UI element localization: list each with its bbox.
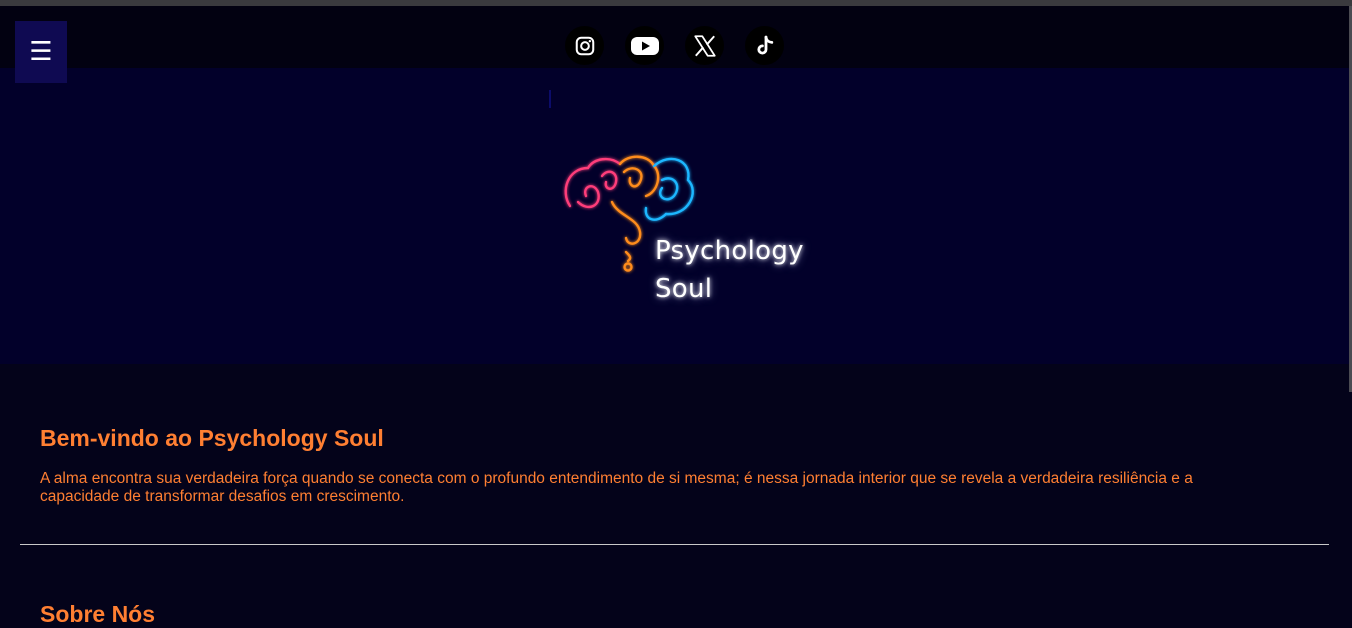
logo-line-2: Soul [655, 274, 713, 304]
instagram-link[interactable] [565, 26, 604, 65]
youtube-icon [630, 36, 659, 55]
about-title: Sobre Nós [40, 601, 156, 627]
instagram-icon [575, 36, 594, 55]
x-icon [693, 34, 716, 57]
welcome-title: Bem-vindo ao Psychology Soul [40, 425, 384, 451]
social-links [565, 26, 784, 65]
welcome-text: A alma encontra sua verdadeira força qua… [40, 470, 1193, 505]
logo-wordmark: Psychology Soul [655, 232, 804, 308]
section-divider [20, 544, 1329, 545]
welcome-section: Bem-vindo ao Psychology Soul A alma enco… [40, 424, 1290, 506]
hamburger-icon: ☰ [29, 37, 53, 67]
youtube-link[interactable] [625, 26, 664, 65]
tiktok-icon [756, 35, 773, 54]
x-link[interactable] [685, 26, 724, 65]
menu-button[interactable]: ☰ [15, 21, 67, 83]
tiktok-link[interactable] [745, 26, 784, 65]
logo-line-1: Psychology [655, 236, 804, 266]
hero-marker [549, 90, 551, 108]
